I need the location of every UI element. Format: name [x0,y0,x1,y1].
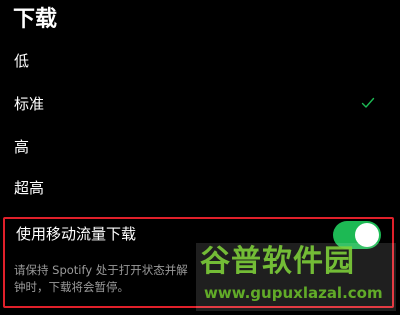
quality-option-label: 高 [14,138,30,156]
quality-option-low[interactable]: 低 [0,41,400,81]
quality-option-label: 低 [14,52,30,70]
description-line: 钟时，下载将会暂停。 [14,280,129,294]
quality-option-high[interactable]: 高 [0,127,400,167]
quality-option-label: 超高 [14,179,45,197]
quality-option-very-high[interactable]: 超高 [0,168,400,208]
mobile-download-description: 请保持 Spotify 处于打开状态并解 钟时，下载将会暂停。 [14,262,384,296]
quality-option-label: 标准 [14,95,45,113]
check-icon [361,97,375,108]
section-title: 下载 [13,7,58,32]
description-line: 请保持 Spotify 处于打开状态并解 [14,263,188,277]
mobile-download-toggle[interactable] [333,221,381,249]
toggle-knob [355,223,379,247]
quality-option-standard[interactable]: 标准 [0,84,400,124]
mobile-download-label: 使用移动流量下载 [16,225,137,243]
